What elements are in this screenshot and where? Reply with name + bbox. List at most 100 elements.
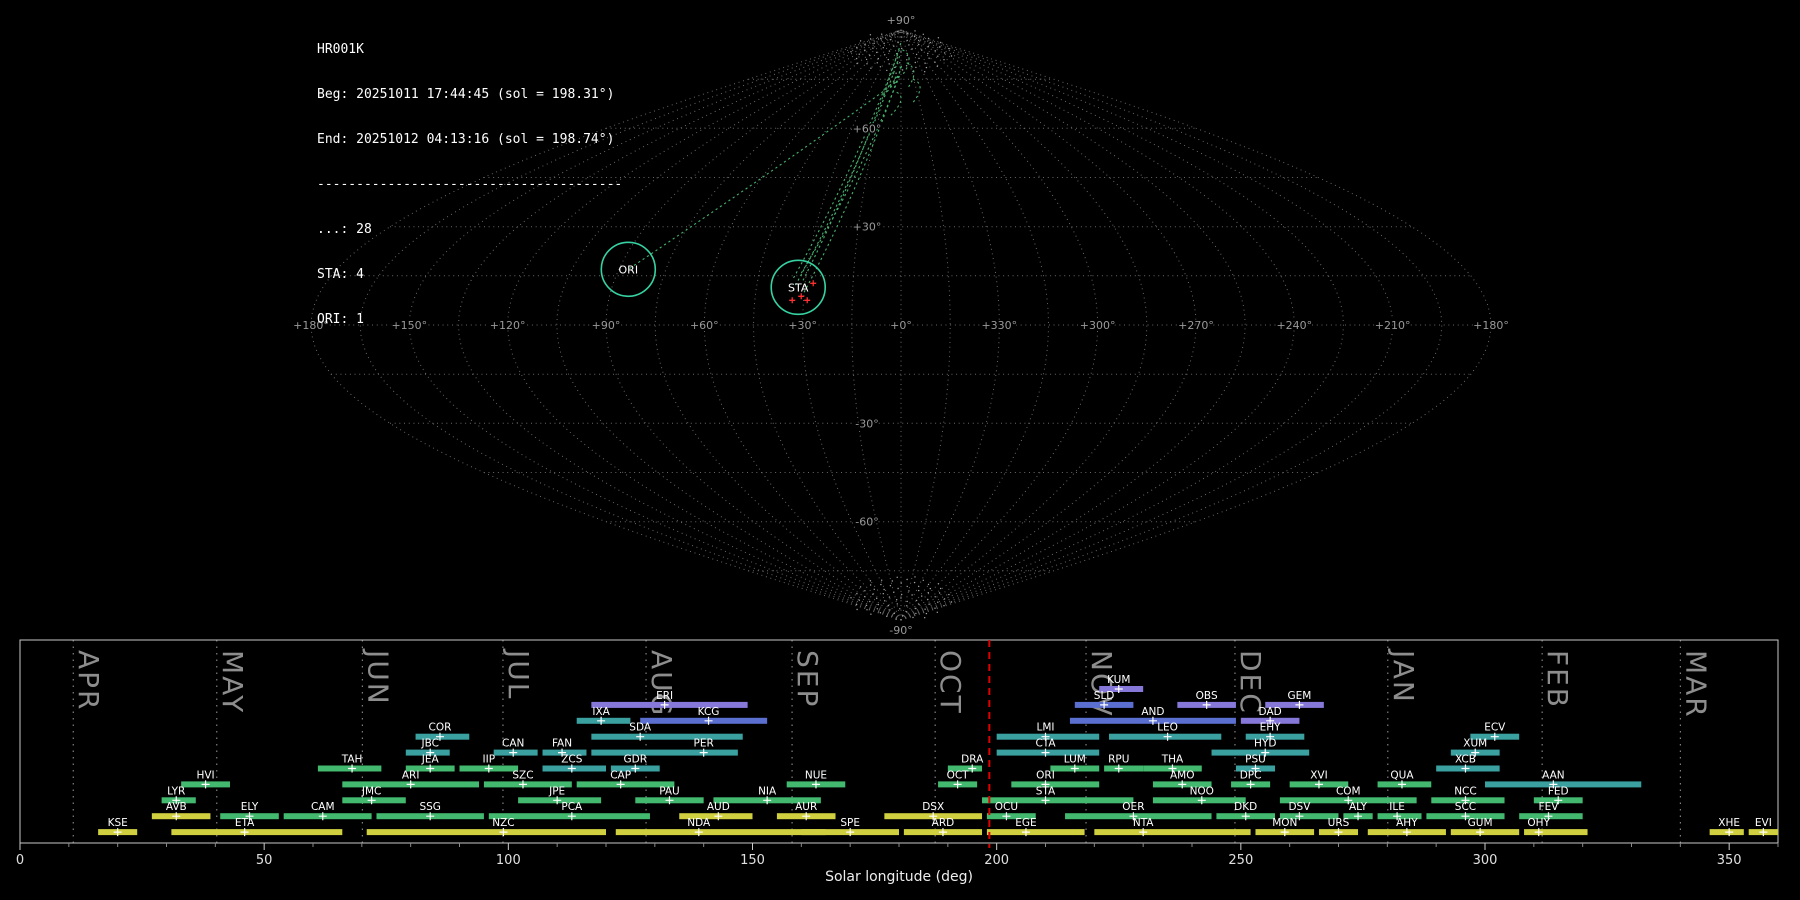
pole-dot bbox=[886, 70, 887, 71]
pole-dot bbox=[859, 54, 860, 55]
shower-label: JBC bbox=[420, 738, 438, 750]
pole-dot bbox=[944, 52, 945, 53]
longitude-label: +180° bbox=[1473, 319, 1509, 332]
shower-label: DSV bbox=[1288, 801, 1311, 813]
shower-label: CAM bbox=[311, 801, 335, 813]
pole-dot bbox=[928, 58, 929, 59]
shower-label: JEA bbox=[421, 754, 440, 766]
pole-dot bbox=[870, 614, 871, 615]
shower-label: ECV bbox=[1484, 722, 1506, 734]
pole-dot bbox=[940, 42, 941, 43]
pole-dot bbox=[850, 597, 851, 598]
shower-label: OBS bbox=[1196, 690, 1218, 702]
shower-label: SSG bbox=[419, 801, 440, 813]
pole-dot bbox=[892, 580, 893, 581]
longitude-label: +0° bbox=[890, 319, 912, 332]
pole-dot bbox=[915, 62, 916, 63]
shower-label: OHY bbox=[1527, 817, 1550, 829]
shower-label: JPE bbox=[548, 785, 565, 797]
pole-dot bbox=[901, 36, 902, 37]
pole-dot bbox=[860, 586, 861, 587]
pole-dot bbox=[895, 619, 896, 620]
shower-label: AUR bbox=[795, 801, 817, 813]
pole-dot bbox=[866, 609, 867, 610]
shower-label: CAP bbox=[610, 769, 631, 781]
pole-dot bbox=[906, 579, 907, 580]
shower-label: DKD bbox=[1234, 801, 1257, 813]
pole-dot bbox=[924, 617, 925, 618]
shower-label: NDA bbox=[687, 817, 711, 829]
shower-label: URS bbox=[1328, 817, 1350, 829]
meteor-mark bbox=[789, 297, 795, 303]
pole-dot bbox=[883, 593, 884, 594]
shower-label: MON bbox=[1272, 817, 1297, 829]
shower-label: NTA bbox=[1133, 817, 1154, 829]
pole-dot bbox=[881, 580, 882, 581]
pole-dot bbox=[870, 68, 871, 69]
shower-label: NCC bbox=[1454, 785, 1477, 797]
shower-label: AMO bbox=[1170, 769, 1195, 781]
shower-label: EGE bbox=[1015, 817, 1036, 829]
pole-dot bbox=[918, 44, 919, 45]
tick-label: 0 bbox=[16, 853, 24, 868]
pole-dot bbox=[948, 48, 949, 49]
shower-bar bbox=[284, 813, 372, 819]
meteor-track bbox=[891, 92, 901, 115]
pole-dot bbox=[915, 613, 916, 614]
shower-label: DPC bbox=[1240, 769, 1262, 781]
shower-label: HVI bbox=[196, 769, 214, 781]
pole-dot bbox=[884, 600, 885, 601]
meteor-track bbox=[793, 50, 899, 279]
shower-label: SDA bbox=[629, 722, 652, 734]
meteor-track bbox=[802, 43, 901, 282]
pole-dot bbox=[937, 66, 938, 67]
shower-label: ELY bbox=[241, 801, 259, 813]
shower-bar bbox=[591, 750, 738, 756]
pole-dot bbox=[856, 58, 857, 59]
pole-dot bbox=[907, 586, 908, 587]
shower-label: SPE bbox=[840, 817, 860, 829]
pole-dot bbox=[900, 51, 901, 52]
pole-dot bbox=[890, 39, 891, 40]
shower-label: XVI bbox=[1310, 769, 1327, 781]
pole-dot bbox=[856, 609, 857, 610]
shower-label: NIA bbox=[758, 785, 777, 797]
pole-dot bbox=[900, 597, 901, 598]
month-label: MAR bbox=[1679, 650, 1712, 719]
session-end: End: 20251012 04:13:16 (sol = 198.74°) bbox=[317, 132, 622, 147]
pole-dot bbox=[940, 588, 941, 589]
shower-label: XHE bbox=[1718, 817, 1740, 829]
shower-label: DSX bbox=[922, 801, 944, 813]
pole-dot bbox=[907, 55, 908, 56]
latitude-label: +90° bbox=[887, 14, 916, 27]
pole-dot bbox=[911, 48, 912, 49]
pole-dot bbox=[914, 30, 915, 31]
tick-label: 250 bbox=[1228, 853, 1253, 868]
pole-dot bbox=[893, 592, 894, 593]
pole-dot bbox=[906, 65, 907, 66]
pole-dot bbox=[888, 59, 889, 60]
pole-dot bbox=[916, 600, 917, 601]
pole-dot bbox=[944, 598, 945, 599]
pole-dot bbox=[924, 609, 925, 610]
shower-label: XCB bbox=[1455, 754, 1476, 766]
month-label: APR bbox=[72, 650, 105, 712]
pole-dot bbox=[880, 584, 881, 585]
pole-dot bbox=[860, 40, 861, 41]
shower-label: QUA bbox=[1390, 769, 1414, 781]
pole-dot bbox=[948, 594, 949, 595]
pole-dot bbox=[902, 69, 903, 70]
pole-dot bbox=[856, 47, 857, 48]
shower-label: NOO bbox=[1190, 785, 1214, 797]
shower-label: DAD bbox=[1259, 706, 1282, 718]
pole-dot bbox=[923, 34, 924, 35]
pole-dot bbox=[924, 71, 925, 72]
pole-dot bbox=[856, 63, 857, 64]
pole-dot bbox=[872, 594, 873, 595]
pole-dot bbox=[906, 33, 907, 34]
pole-dot bbox=[939, 46, 940, 47]
pole-dot bbox=[918, 604, 919, 605]
pole-dot bbox=[870, 34, 871, 35]
latitude-label: +30° bbox=[853, 221, 882, 234]
tick-label: 150 bbox=[740, 853, 765, 868]
